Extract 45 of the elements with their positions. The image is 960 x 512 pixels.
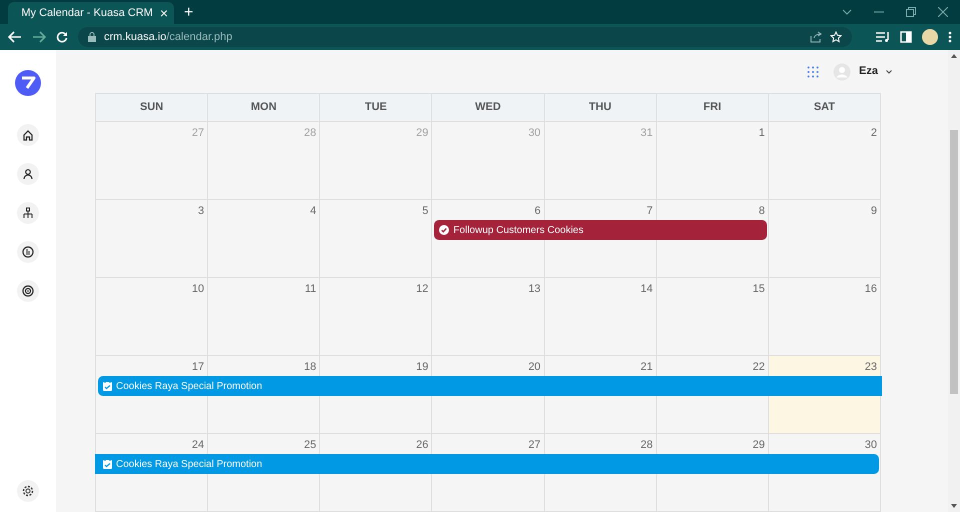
target-icon	[22, 285, 34, 297]
person-icon	[22, 168, 34, 180]
calendar-icon	[103, 459, 112, 469]
side-panel-icon[interactable]	[900, 31, 912, 43]
forward-arrow-icon[interactable]	[32, 31, 46, 43]
restore-icon[interactable]	[906, 7, 916, 17]
new-tab-button[interactable]: +	[184, 5, 194, 21]
browser-tab[interactable]: My Calendar - Kuasa CRM ×	[8, 2, 174, 24]
share-icon[interactable]	[810, 31, 822, 43]
address-bar[interactable]: crm.kuasa.io/calendar.php	[78, 27, 852, 47]
nav-button[interactable]	[17, 202, 39, 224]
nav-button[interactable]	[17, 124, 39, 146]
user-name[interactable]: Eza	[859, 63, 878, 80]
caret-icon[interactable]	[886, 70, 892, 74]
scroll-up-icon[interactable]	[951, 54, 957, 58]
url-text: crm.kuasa.io/calendar.php	[104, 30, 234, 45]
calendar-icon	[103, 381, 112, 391]
profile-avatar[interactable]	[922, 29, 938, 45]
settings-icon	[22, 485, 34, 497]
event-bar-segment[interactable]	[434, 220, 546, 240]
close-tab-button[interactable]: ×	[160, 6, 168, 20]
lock-icon	[88, 32, 96, 42]
home-icon	[22, 129, 34, 141]
event-title[interactable]: Followup Customers Cookies	[432, 220, 584, 240]
chevron-down-icon[interactable]	[842, 9, 852, 15]
close-icon[interactable]	[938, 7, 948, 17]
nav-button[interactable]	[17, 163, 39, 185]
hierarchy-icon	[22, 207, 34, 219]
nav-button[interactable]	[17, 280, 39, 302]
tab-title: My Calendar - Kuasa CRM	[21, 6, 153, 21]
event-title[interactable]: Cookies Raya Special Promotion	[96, 454, 262, 474]
reload-icon[interactable]	[56, 31, 68, 43]
event-title[interactable]: Cookies Raya Special Promotion	[96, 376, 262, 396]
media-list-icon[interactable]	[876, 31, 890, 43]
document-icon	[22, 246, 34, 258]
star-icon[interactable]	[830, 31, 842, 43]
check-circle-icon	[439, 225, 450, 235]
scrollbar-thumb[interactable]	[950, 130, 958, 394]
minimize-icon[interactable]	[874, 11, 884, 13]
settings-button[interactable]	[17, 480, 39, 502]
scroll-down-icon[interactable]	[951, 504, 957, 508]
nav-button[interactable]	[17, 241, 39, 263]
more-options-icon[interactable]	[948, 31, 952, 43]
back-arrow-icon[interactable]	[8, 31, 22, 43]
apps-grid-icon[interactable]	[807, 66, 820, 78]
